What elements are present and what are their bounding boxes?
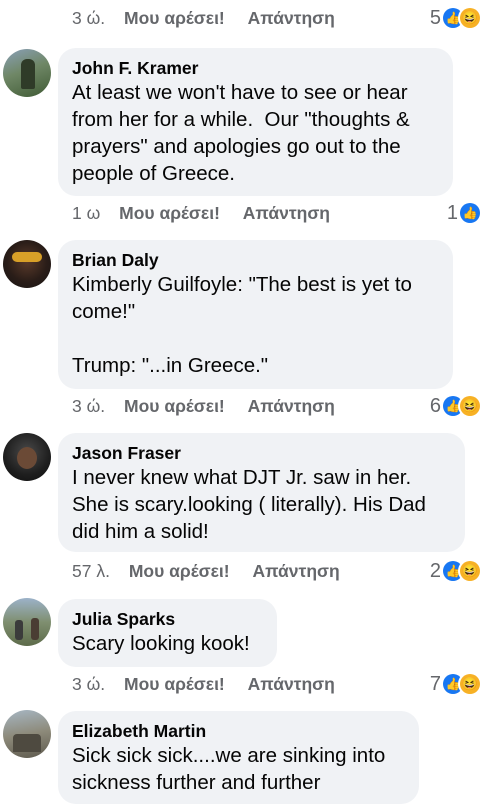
- comment-text: Scary looking kook!: [72, 632, 250, 655]
- comment-author[interactable]: Brian Daly: [72, 249, 439, 271]
- reply-button[interactable]: Απάντηση: [248, 394, 335, 418]
- comment-actions: 3 ώ. Μου αρέσει! Απάντηση: [72, 672, 353, 696]
- haha-icon: 😆: [460, 396, 480, 416]
- comment-text: I never knew what DJT Jr. saw in her. Sh…: [72, 466, 426, 543]
- like-button[interactable]: Μου αρέσει!: [124, 394, 225, 418]
- reaction-count: 1: [446, 201, 458, 224]
- like-button[interactable]: Μου αρέσει!: [129, 559, 230, 583]
- reactions[interactable]: 7 👍 😆: [430, 672, 480, 696]
- comment-author[interactable]: Elizabeth Martin: [72, 720, 405, 742]
- reaction-count: 2: [429, 559, 441, 582]
- reply-button[interactable]: Απάντηση: [248, 6, 335, 30]
- avatar[interactable]: [3, 240, 51, 288]
- comment-bubble: Jason Fraser I never knew what DJT Jr. s…: [58, 433, 465, 552]
- avatar[interactable]: [3, 49, 51, 97]
- haha-icon: 😆: [460, 8, 480, 28]
- reactions[interactable]: 2 👍 😆: [430, 559, 480, 583]
- reaction-count: 7: [429, 672, 441, 695]
- comment-text: At least we won't have to see or hear fr…: [72, 81, 410, 185]
- comment-time[interactable]: 3 ώ.: [72, 6, 105, 30]
- comment-bubble: Elizabeth Martin Sick sick sick....we ar…: [58, 711, 419, 804]
- comment-author[interactable]: Julia Sparks: [72, 608, 263, 630]
- reply-button[interactable]: Απάντηση: [243, 201, 330, 225]
- comment-actions: 57 λ. Μου αρέσει! Απάντηση: [72, 559, 358, 583]
- comment-actions: 3 ώ. Μου αρέσει! Απάντηση: [72, 394, 353, 418]
- avatar[interactable]: [3, 710, 51, 758]
- comment-actions: 1 ω Μου αρέσει! Απάντηση: [72, 201, 348, 225]
- comment-time[interactable]: 1 ω: [72, 201, 100, 225]
- comment-bubble: Brian Daly Kimberly Guilfoyle: "The best…: [58, 240, 453, 389]
- haha-icon: 😆: [460, 561, 480, 581]
- reactions[interactable]: 1 👍: [447, 201, 480, 225]
- comment-actions: 3 ώ. Μου αρέσει! Απάντηση: [72, 6, 353, 30]
- reply-button[interactable]: Απάντηση: [252, 559, 339, 583]
- comment-author[interactable]: John F. Kramer: [72, 57, 439, 79]
- like-button[interactable]: Μου αρέσει!: [119, 201, 220, 225]
- reply-button[interactable]: Απάντηση: [248, 672, 335, 696]
- avatar[interactable]: [3, 433, 51, 481]
- avatar[interactable]: [3, 598, 51, 646]
- reactions[interactable]: 6 👍 😆: [430, 394, 480, 418]
- comment-time[interactable]: 3 ώ.: [72, 394, 105, 418]
- like-button[interactable]: Μου αρέσει!: [124, 672, 225, 696]
- reactions[interactable]: 5 👍 😆: [430, 6, 480, 30]
- comment-bubble: Julia Sparks Scary looking kook!: [58, 599, 277, 667]
- like-button[interactable]: Μου αρέσει!: [124, 6, 225, 30]
- reaction-count: 6: [429, 394, 441, 417]
- comment-text: Kimberly Guilfoyle: "The best is yet to …: [72, 273, 412, 377]
- like-icon: 👍: [460, 203, 480, 223]
- reaction-count: 5: [429, 6, 441, 29]
- comment-text: Sick sick sick....we are sinking into si…: [72, 744, 386, 794]
- comment-author[interactable]: Jason Fraser: [72, 442, 451, 464]
- haha-icon: 😆: [460, 674, 480, 694]
- comment-time[interactable]: 57 λ.: [72, 559, 110, 583]
- comment-time[interactable]: 3 ώ.: [72, 672, 105, 696]
- comment-bubble: John F. Kramer At least we won't have to…: [58, 48, 453, 196]
